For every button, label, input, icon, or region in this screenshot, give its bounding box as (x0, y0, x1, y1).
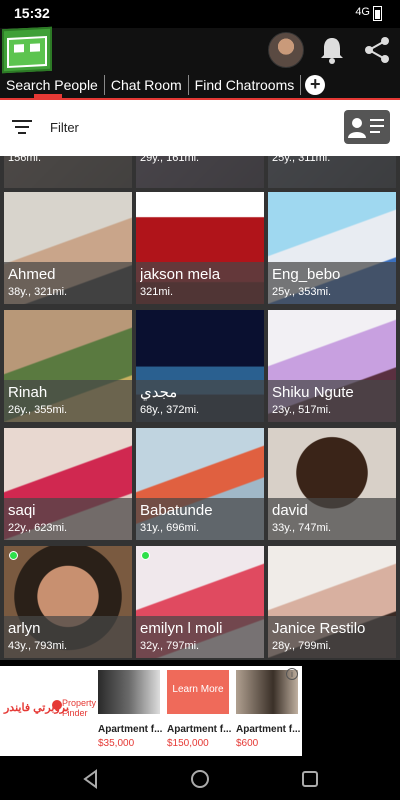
brand-dot-icon (52, 700, 62, 710)
tab-chat-room[interactable]: Chat Room (105, 75, 189, 95)
person-card-david[interactable]: david 33y., 747mi. (268, 428, 396, 540)
online-indicator (9, 551, 18, 560)
app-bar: Search People Chat Room Find Chatrooms + (0, 26, 400, 98)
ad-listing[interactable]: Apartment f... $35,000 (96, 670, 164, 754)
tab-find-chatrooms[interactable]: Find Chatrooms (189, 75, 302, 95)
filter-icon[interactable] (12, 119, 32, 135)
ad-listing[interactable]: Apartment f... $600 (234, 670, 302, 754)
person-card-ahmed[interactable]: Ahmed 38y., 321mi. (4, 192, 132, 304)
add-tab-icon[interactable]: + (305, 75, 326, 95)
person-card-arlyn[interactable]: arlyn 43y., 793mi. (4, 546, 132, 658)
person-card-emilyn-l-moli[interactable]: emilyn l moli 32y., 797mi. (136, 546, 264, 658)
back-icon[interactable] (80, 768, 102, 790)
person-card[interactable]: 29y., 161mi. (136, 156, 264, 188)
ad-brand-logo: بروبرتي فايندر Property Finder (0, 666, 96, 756)
learn-more-label: Learn More (172, 684, 224, 695)
bell-icon[interactable] (316, 34, 348, 66)
online-indicator (141, 551, 150, 560)
person-card-magdy[interactable]: مجدي 68y., 372mi. (136, 310, 264, 422)
filter-bar: Filter (0, 100, 400, 156)
status-bar: 15:32 4G (0, 0, 400, 28)
tab-search-people[interactable]: Search People (0, 75, 105, 95)
share-icon[interactable] (361, 34, 393, 66)
home-icon[interactable] (189, 768, 211, 790)
system-nav-bar (0, 760, 400, 800)
recents-icon[interactable] (299, 768, 321, 790)
contact-card-icon[interactable] (344, 110, 390, 144)
person-card[interactable]: 156mi. (4, 156, 132, 188)
battery-icon (373, 6, 382, 21)
person-card-babatunde[interactable]: Babatunde 31y., 696mi. (136, 428, 264, 540)
ad-banner[interactable]: بروبرتي فايندر Property Finder Apartment … (0, 666, 302, 756)
person-card[interactable]: 25y., 311mi. (268, 156, 396, 188)
filter-label[interactable]: Filter (50, 120, 79, 135)
person-card-janice-restilo[interactable]: Janice Restilo 28y., 799mi. (268, 546, 396, 658)
person-card-rinah[interactable]: Rinah 26y., 355mi. (4, 310, 132, 422)
person-card-saqi[interactable]: saqi 22y., 623mi. (4, 428, 132, 540)
status-time: 15:32 (14, 5, 50, 21)
ad-listing[interactable]: Learn More Apartment f... $150,000 (165, 670, 233, 754)
person-card-shiku-ngute[interactable]: Shiku Ngute 23y., 517mi. (268, 310, 396, 422)
person-card-jakson-mela[interactable]: jakson mela 321mi. (136, 192, 264, 304)
person-card-eng-bebo[interactable]: Eng_bebo 25y., 353mi. (268, 192, 396, 304)
app-logo-icon[interactable] (2, 26, 52, 74)
ad-info-icon[interactable]: i (286, 668, 298, 680)
signal-indicator: 4G (355, 6, 370, 18)
user-avatar[interactable] (268, 32, 304, 68)
people-grid: 156mi. 29y., 161mi. 25y., 311mi. Ahmed 38… (0, 156, 400, 660)
